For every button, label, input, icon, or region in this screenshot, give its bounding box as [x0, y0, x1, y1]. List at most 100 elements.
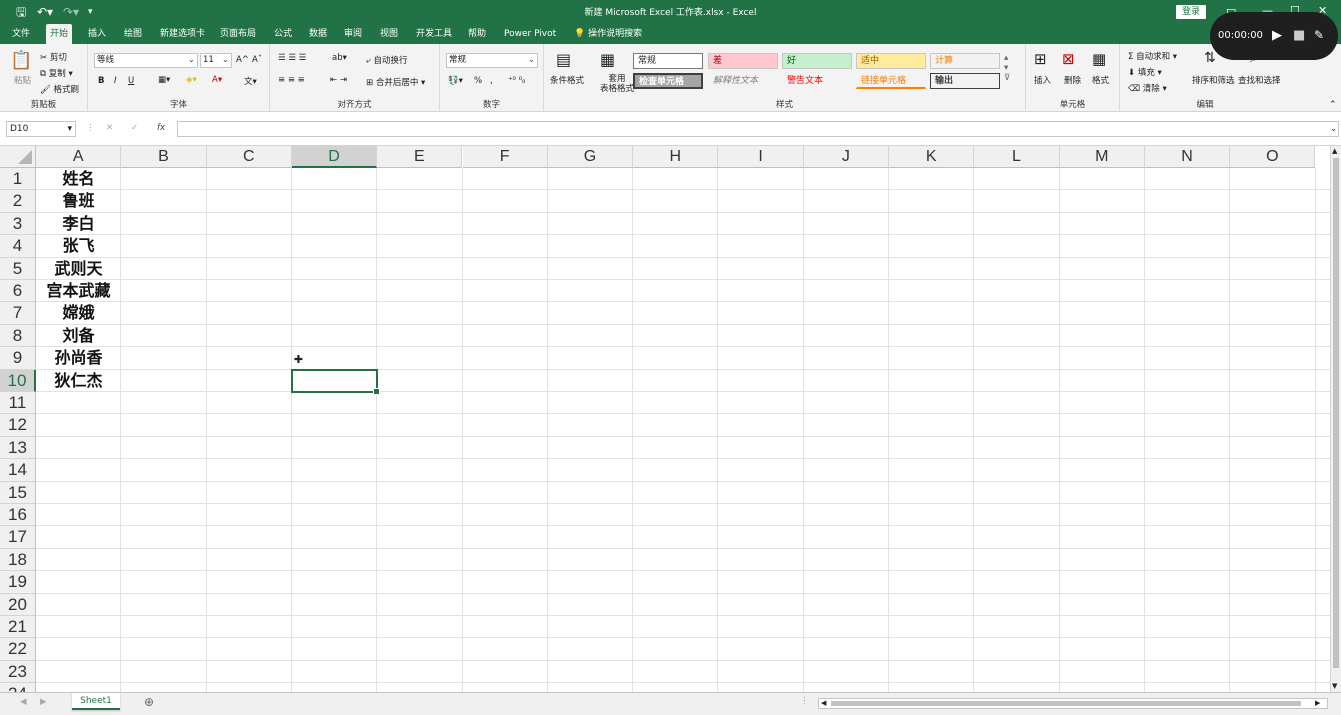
paste-icon[interactable]: 📋	[10, 50, 32, 71]
styles-scroll-icon[interactable]: ▴ ▾ ⊽	[1004, 53, 1010, 83]
style-neutral[interactable]: 适中	[856, 53, 926, 69]
copy-button[interactable]: ⧉ 复制 ▾	[40, 67, 73, 79]
row-header[interactable]: 7	[0, 302, 36, 325]
tab-developer[interactable]: 开发工具	[412, 24, 456, 44]
currency-icon[interactable]: 💱▾	[448, 76, 463, 86]
enter-icon[interactable]: ✓	[131, 123, 138, 133]
expand-formula-icon[interactable]: ⌄	[1330, 124, 1337, 134]
percent-button[interactable]: %	[474, 76, 482, 86]
style-calculation[interactable]: 计算	[930, 53, 1000, 69]
prev-sheet-icon[interactable]: ◀	[20, 697, 27, 707]
insert-cells-icon[interactable]: ⊞	[1034, 50, 1047, 68]
paste-button[interactable]: 粘贴	[14, 74, 31, 86]
cell[interactable]: 张飞	[36, 235, 121, 257]
stop-icon[interactable]: ■	[1293, 28, 1305, 43]
number-format-select[interactable]: 常规 ⌄	[446, 53, 538, 68]
login-button[interactable]: 登录	[1176, 5, 1206, 19]
cell[interactable]: 姓名	[36, 168, 121, 190]
column-header[interactable]: N	[1144, 146, 1231, 168]
comma-button[interactable]: ,	[490, 76, 493, 86]
row-header[interactable]: 12	[0, 414, 36, 437]
column-header[interactable]: M	[1059, 146, 1145, 168]
orientation-icon[interactable]: ab▾	[332, 53, 347, 63]
tab-draw[interactable]: 绘图	[120, 24, 146, 44]
scroll-down-icon[interactable]: ▼	[1332, 682, 1337, 690]
tab-insert[interactable]: 插入	[84, 24, 110, 44]
style-warning[interactable]: 警告文本	[782, 73, 852, 89]
cell[interactable]: 鲁班	[36, 190, 121, 212]
row-header[interactable]: 20	[0, 593, 36, 616]
row-header[interactable]: 23	[0, 660, 36, 684]
column-header[interactable]: L	[974, 146, 1060, 168]
column-header[interactable]: E	[377, 146, 463, 168]
column-header[interactable]: O	[1230, 146, 1316, 168]
row-header[interactable]: 10	[0, 369, 36, 392]
formula-input[interactable]	[177, 121, 1339, 137]
worksheet-grid[interactable]: A B C D E F G H I J K L M N O 1 2 3 4 5 6 7 8 9 10 11 12 13 14 15 16 17…	[0, 146, 1330, 692]
row-header[interactable]: 16	[0, 504, 36, 527]
style-linked-cell[interactable]: 链接单元格	[856, 73, 926, 89]
cell[interactable]: 刘备	[36, 325, 121, 347]
style-explanatory[interactable]: 解释性文本	[708, 73, 778, 89]
font-name-select[interactable]: 等线 ⌄	[94, 53, 198, 68]
tab-review[interactable]: 审阅	[340, 24, 366, 44]
row-header[interactable]: 4	[0, 235, 36, 258]
table-format-icon[interactable]: ▦	[600, 50, 615, 69]
column-header[interactable]: A	[36, 146, 122, 168]
style-bad[interactable]: 差	[708, 53, 778, 69]
tab-formulas[interactable]: 公式	[270, 24, 296, 44]
autosum-button[interactable]: Σ 自动求和 ▾	[1128, 50, 1177, 62]
pen-icon[interactable]: ✎	[1314, 28, 1324, 42]
column-header[interactable]: G	[547, 146, 634, 168]
tell-me-search[interactable]: 💡 操作说明搜索	[570, 24, 646, 44]
wrap-text-button[interactable]: ⤶ 自动换行	[366, 54, 407, 66]
phonetic-icon[interactable]: 文▾	[244, 75, 257, 87]
cell[interactable]: 李白	[36, 213, 121, 235]
indent-icon[interactable]: ⇤ ⇥	[330, 75, 347, 85]
style-good[interactable]: 好	[782, 53, 852, 69]
cell[interactable]: 武则天	[36, 258, 121, 280]
style-output[interactable]: 输出	[930, 73, 1000, 89]
row-header[interactable]: 24	[0, 683, 36, 692]
scroll-up-icon[interactable]: ▲	[1332, 147, 1337, 155]
cancel-icon[interactable]: ✕	[106, 123, 113, 133]
scroll-left-icon[interactable]: ◀	[821, 699, 826, 707]
align-left-icon[interactable]: ≡ ≡ ≡	[278, 75, 305, 85]
clear-button[interactable]: ⌫ 清除 ▾	[1128, 82, 1167, 94]
sort-filter-icon[interactable]: ⇅	[1204, 50, 1216, 66]
table-format-button[interactable]: 套用 表格格式	[600, 74, 634, 94]
format-cells-button[interactable]: 格式	[1092, 74, 1109, 86]
row-header[interactable]: 1	[0, 168, 36, 191]
column-header[interactable]: D	[291, 146, 378, 168]
cell[interactable]: 嫦娥	[36, 302, 121, 324]
underline-button[interactable]: U	[128, 76, 134, 86]
row-header[interactable]: 13	[0, 436, 36, 460]
style-normal[interactable]: 常规	[633, 53, 703, 69]
delete-cells-button[interactable]: 删除	[1064, 74, 1081, 86]
tab-power-pivot[interactable]: Power Pivot	[500, 24, 560, 44]
insert-function-icon[interactable]: fx	[157, 123, 165, 133]
next-sheet-icon[interactable]: ▶	[40, 697, 47, 707]
horizontal-scrollbar[interactable]: ◀ ▶	[818, 698, 1328, 709]
column-header[interactable]: B	[121, 146, 207, 168]
scroll-thumb[interactable]	[1333, 158, 1339, 668]
border-icon[interactable]: ▦▾	[158, 75, 170, 85]
row-header[interactable]: 11	[0, 392, 36, 415]
cut-button[interactable]: ✂ 剪切	[40, 51, 67, 63]
scroll-right-icon[interactable]: ▶	[1315, 699, 1320, 707]
column-header[interactable]: I	[718, 146, 804, 168]
tab-data[interactable]: 数据	[305, 24, 331, 44]
column-header[interactable]: F	[462, 146, 548, 168]
row-header[interactable]: 9	[0, 347, 36, 370]
bold-button[interactable]: B	[98, 76, 104, 86]
fill-color-icon[interactable]: ◈▾	[186, 75, 197, 85]
tab-home[interactable]: 开始	[46, 24, 73, 44]
fill-button[interactable]: ⬇ 填充 ▾	[1128, 66, 1162, 78]
shrink-font-button[interactable]: Aˇ	[252, 55, 262, 65]
play-icon[interactable]: ▶	[1272, 28, 1282, 43]
cell[interactable]: 宫本武藏	[36, 280, 121, 302]
row-header[interactable]: 2	[0, 190, 36, 213]
column-header[interactable]: K	[889, 146, 975, 168]
row-header[interactable]: 18	[0, 548, 36, 572]
column-header[interactable]: C	[206, 146, 292, 168]
